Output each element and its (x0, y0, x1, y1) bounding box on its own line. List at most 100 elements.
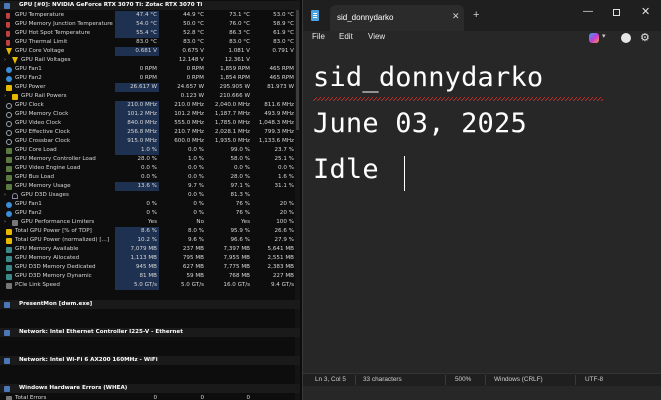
sensor-label: GPU Temperature (15, 12, 65, 18)
sensor-maximum-value: 0 (246, 395, 250, 400)
tab-document[interactable]: sid_donnydarko ✕ (330, 5, 464, 31)
sensor-row[interactable]: › GPU Rail Voltages 12.148 V 12.361 V (0, 56, 300, 65)
sensor-group-header[interactable]: Network: Intel Wi-Fi 6 AX200 160MHz - Wi… (0, 356, 300, 365)
tab-close-icon[interactable]: ✕ (452, 11, 460, 22)
expand-chevron-icon[interactable]: › (4, 218, 6, 227)
new-tab-button[interactable]: + (473, 9, 479, 21)
sensor-average-value: 493.9 MHz (264, 111, 294, 117)
sensor-maximum-value: 768 MB (228, 273, 250, 279)
sensor-row[interactable]: GPU Temperature 47.4 °C 44.9 °C 73.1 °C 53.0… (0, 11, 300, 20)
sensor-row[interactable]: GPU Video Clock 840.0 MHz 555.0 MHz 1,785.0… (0, 119, 300, 128)
sensor-average-value: 1.6 % (278, 174, 294, 180)
sensor-row[interactable]: GPU Video Engine Load 0.0 % 0.0 % 0.0 % 0.0 … (0, 164, 300, 173)
sensor-row[interactable]: Total Errors 0 0 0 (0, 394, 300, 400)
sensor-maximum-value: 16.0 GT/s (223, 282, 250, 288)
sensor-group-header[interactable]: PresentMon [dwm.exe] (0, 300, 300, 309)
status-line-ending[interactable]: Windows (CRLF) (494, 376, 543, 383)
sensor-current-value: 0.0 % (141, 165, 157, 171)
sensor-average-value: 31.1 % (274, 183, 294, 189)
sensor-row[interactable]: GPU Fan2 0 % 0 % 76 % 20 % (0, 209, 300, 218)
sensor-row[interactable]: GPU Core Load 1.0 % 0.0 % 99.0 % 23.7 % (0, 146, 300, 155)
maximize-button[interactable] (613, 9, 620, 16)
therm-sensor-icon (6, 21, 10, 28)
sensor-row[interactable]: GPU Hot Spot Temperature 55.4 °C 52.8 °C 86… (0, 29, 300, 38)
sensor-row[interactable]: GPU Clock 210.0 MHz 210.0 MHz 2,040.0 MHz 81… (0, 101, 300, 110)
sensor-row[interactable]: GPU Crossbar Clock 915.0 MHz 600.0 MHz 1,93… (0, 137, 300, 146)
sensor-row[interactable]: GPU D3D Memory Dedicated 945 MB 627 MB 7,77… (0, 263, 300, 272)
sensor-row[interactable]: GPU Fan2 0 RPM 0 RPM 1,854 RPM 465 RPM (0, 74, 300, 83)
close-window-button[interactable]: ✕ (641, 5, 650, 18)
expand-chevron-icon[interactable]: › (4, 56, 6, 65)
sensor-label: GPU Memory Usage (15, 183, 71, 189)
sensor-row[interactable]: GPU Fan1 0 RPM 0 RPM 1,859 RPM 465 RPM (0, 65, 300, 74)
sensor-row[interactable]: GPU Memory Junction Temperature 54.0 °C 50… (0, 20, 300, 29)
sensor-row[interactable]: GPU Effective Clock 256.8 MHz 210.7 MHz 2,0… (0, 128, 300, 137)
sensor-row[interactable]: GPU Bus Load 0.0 % 0.0 % 28.0 % 1.6 % (0, 173, 300, 182)
load-sensor-icon (6, 156, 12, 163)
other-sensor-icon (12, 219, 18, 226)
sensor-group-header[interactable]: Network: Intel Ethernet Controller I225-… (0, 328, 300, 337)
menu-edit[interactable]: Edit (339, 32, 353, 41)
clock-sensor-icon (6, 102, 12, 109)
sensor-minimum-value: 0 % (193, 210, 204, 216)
status-encoding[interactable]: UTF-8 (585, 376, 603, 383)
sensor-label: GPU Video Engine Load (15, 165, 81, 171)
mem-sensor-icon (6, 273, 12, 280)
sensor-row[interactable]: GPU Memory Allocated 1,113 MB 795 MB 7,955 … (0, 254, 300, 263)
sensor-label: GPU Rail Powers (21, 93, 67, 99)
sensor-row[interactable]: PCIe Link Speed 5.0 GT/s 5.0 GT/s 16.0 GT/s… (0, 281, 300, 290)
minimize-button[interactable]: — (583, 6, 593, 17)
sensor-row[interactable]: GPU Memory Clock 101.2 MHz 101.2 MHz 1,187.… (0, 110, 300, 119)
sensor-row[interactable]: › GPU Performance Limiters Yes No Yes 100 % (0, 218, 300, 227)
sensor-group-header[interactable]: GPU [#0]: NVIDIA GeForce RTX 3070 Ti: Zo… (0, 1, 300, 10)
status-divider (575, 375, 576, 385)
menu-file[interactable]: File (312, 32, 325, 41)
sensor-group-title: Network: Intel Wi-Fi 6 AX200 160MHz - Wi… (19, 357, 158, 363)
sensor-row[interactable]: GPU Memory Usage 13.6 % 9.7 % 97.1 % 31.1 % (0, 182, 300, 191)
sensor-row[interactable]: GPU Fan1 0 % 0 % 76 % 20 % (0, 200, 300, 209)
sensor-group-icon (4, 357, 10, 364)
copilot-dropdown-icon[interactable]: ▾ (602, 32, 606, 40)
status-zoom[interactable]: 500% (455, 376, 471, 383)
sensor-average-value: 2,383 MB (267, 264, 294, 270)
sensor-row[interactable]: › GPU D3D Usages 0.0 % 81.3 % (0, 191, 300, 200)
account-icon[interactable] (621, 33, 631, 43)
settings-icon[interactable]: ⚙ (640, 31, 650, 44)
status-position[interactable]: Ln 3, Col 5 (315, 376, 346, 383)
copilot-icon[interactable] (589, 33, 599, 43)
sensor-average-value: 1,133.6 MHz (258, 138, 294, 144)
sensor-minimum-value: 5.0 GT/s (180, 282, 204, 288)
sensor-maximum-value: 81.3 % (230, 192, 250, 198)
sensor-row[interactable]: GPU Thermal Limit 83.0 °C 83.0 °C 83.0 °C 83… (0, 38, 300, 47)
sensor-row[interactable]: › GPU Rail Powers 0.123 W 210.666 W (0, 92, 300, 101)
sensor-current-value: 81 MB (115, 272, 159, 281)
sensor-label: GPU Clock (15, 102, 44, 108)
sensor-minimum-value: 237 MB (182, 246, 204, 252)
sensor-minimum-value: 52.8 °C (183, 30, 204, 36)
sensor-label: GPU Rail Voltages (21, 57, 71, 63)
text-editor[interactable]: sid_donnydarko June 03, 2025 Idle (303, 56, 661, 373)
power-sensor-icon (6, 84, 12, 91)
usage-sensor-icon (12, 192, 18, 199)
sensor-row[interactable]: GPU Memory Controller Load 28.0 % 1.0 % 58.… (0, 155, 300, 164)
therm-sensor-icon (6, 30, 10, 37)
sensor-row[interactable]: GPU D3D Memory Dynamic 81 MB 59 MB 768 MB 22… (0, 272, 300, 281)
sensor-row[interactable]: GPU Power 26.617 W 24.657 W 295.905 W 81.973… (0, 83, 300, 92)
clock-sensor-icon (6, 138, 12, 145)
sensor-row[interactable]: Total GPU Power [% of TDP] 8.6 % 8.0 % 95.9… (0, 227, 300, 236)
sensor-current-value: 55.4 °C (115, 29, 159, 38)
sensor-maximum-value: 76 % (235, 210, 250, 216)
sensor-maximum-value: 83.0 °C (229, 39, 250, 45)
sensor-row[interactable]: GPU Memory Available 7,079 MB 237 MB 7,397 … (0, 245, 300, 254)
sensor-group-header[interactable]: Windows Hardware Errors (WHEA) (0, 384, 300, 393)
sensor-row[interactable]: GPU Core Voltage 0.681 V 0.675 V 1.081 V 0.7… (0, 47, 300, 56)
expand-chevron-icon[interactable]: › (4, 191, 6, 200)
power-sensor-icon (12, 93, 18, 100)
expand-chevron-icon[interactable]: › (4, 92, 6, 101)
sensor-maximum-value: 1,935.0 MHz (214, 138, 250, 144)
sensor-current-value: 54.0 °C (115, 20, 159, 29)
sensor-maximum-value: 58.0 % (230, 156, 250, 162)
menu-view[interactable]: View (368, 32, 385, 41)
sensor-average-value: 83.0 °C (273, 39, 294, 45)
sensor-row[interactable]: Total GPU Power (normalized) [...] 10.2 %… (0, 236, 300, 245)
